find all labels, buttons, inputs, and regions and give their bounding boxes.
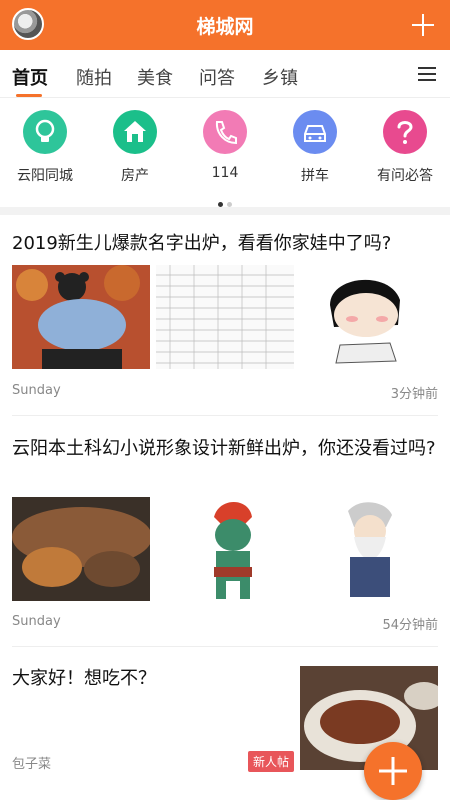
shortcut-label: 房产 xyxy=(121,168,149,184)
new-post-badge: 新人帖 xyxy=(248,751,295,772)
tab-qa[interactable]: 问答 xyxy=(199,64,235,90)
article-image xyxy=(300,497,438,601)
active-tab-indicator xyxy=(16,94,42,97)
article-card[interactable]: 云阳本土科幻小说形象设计新鲜出炉，你还没看过吗? Sunday 54分钟前 xyxy=(0,420,450,648)
shortcut-carpool[interactable]: 拼车 xyxy=(270,110,360,185)
article-image xyxy=(12,497,150,601)
article-title: 大家好！想吃不？ xyxy=(12,668,156,689)
article-title: 云阳本土科幻小说形象设计新鲜出炉，你还没看过吗? xyxy=(12,438,436,459)
article-source: 包子菜 xyxy=(12,757,52,772)
article-source: Sunday xyxy=(12,614,61,629)
article-image xyxy=(164,497,302,601)
article-time: 54分钟前 xyxy=(382,618,438,633)
article-image xyxy=(300,265,438,369)
app-title: 梯城网 xyxy=(196,16,254,38)
article-time: 3分钟前 xyxy=(390,387,438,402)
shortcut-114[interactable]: 114 xyxy=(180,110,270,181)
menu-icon[interactable] xyxy=(418,66,436,82)
question-icon xyxy=(383,110,427,154)
shortcut-label: 114 xyxy=(211,165,239,181)
shortcut-qa[interactable]: 有问必答 xyxy=(360,110,450,185)
tab-towns[interactable]: 乡镇 xyxy=(262,64,298,90)
separator xyxy=(12,415,438,416)
shortcut-grid: 云阳同城 房产 114 拼车 有问必答 xyxy=(0,98,450,207)
tab-snap[interactable]: 随拍 xyxy=(76,64,112,90)
shortcut-housing[interactable]: 房产 xyxy=(90,110,180,185)
separator xyxy=(12,646,438,647)
car-icon xyxy=(293,110,337,154)
article-title: 2019新生儿爆款名字出炉，看看你家娃中了吗? xyxy=(12,233,392,254)
shortcut-label: 有问必答 xyxy=(377,168,433,184)
house-icon xyxy=(113,110,157,154)
section-divider xyxy=(0,207,450,215)
shortcut-label: 云阳同城 xyxy=(17,168,73,184)
article-card[interactable]: 2019新生儿爆款名字出炉，看看你家娃中了吗? Sunday 3分钟前 xyxy=(0,215,450,416)
app-header: 梯城网 xyxy=(0,0,450,50)
phone-icon xyxy=(203,110,247,154)
tab-bar: 首页 随拍 美食 问答 乡镇 xyxy=(0,50,450,98)
lightbulb-icon xyxy=(23,110,67,154)
tab-food[interactable]: 美食 xyxy=(137,64,173,90)
article-image xyxy=(156,265,294,369)
compose-button[interactable] xyxy=(364,742,422,800)
article-source: Sunday xyxy=(12,383,61,398)
plus-icon xyxy=(379,757,407,785)
shortcut-label: 拼车 xyxy=(301,168,329,184)
plus-icon[interactable] xyxy=(408,10,438,40)
shortcut-city[interactable]: 云阳同城 xyxy=(0,110,90,185)
article-image xyxy=(12,265,150,369)
tab-home[interactable]: 首页 xyxy=(12,64,48,90)
